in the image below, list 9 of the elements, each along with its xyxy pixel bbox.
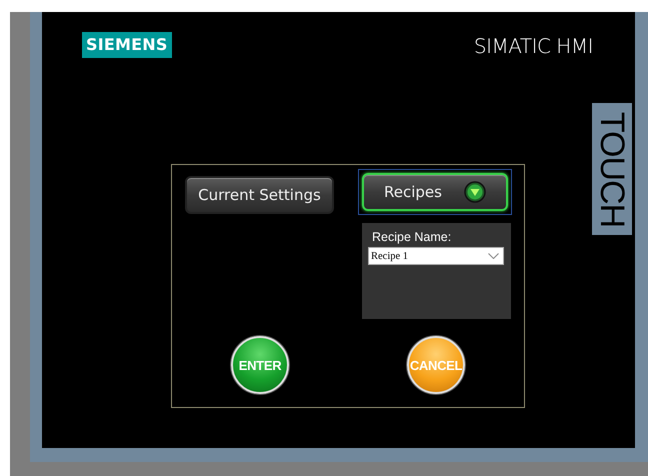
caret-icon	[488, 253, 499, 259]
product-title: SIMATIC HMI	[474, 34, 593, 58]
recipe-name-label: Recipe Name:	[372, 230, 452, 245]
recipes-tab[interactable]: Recipes	[362, 173, 508, 211]
siemens-logo: SIEMENS	[82, 32, 172, 58]
recipe-dropdown[interactable]: Recipe 1	[368, 247, 504, 265]
touch-label: TOUCH	[592, 111, 632, 227]
settings-tab[interactable]: Current Settings	[185, 176, 334, 214]
dropdown-icon	[464, 181, 486, 203]
